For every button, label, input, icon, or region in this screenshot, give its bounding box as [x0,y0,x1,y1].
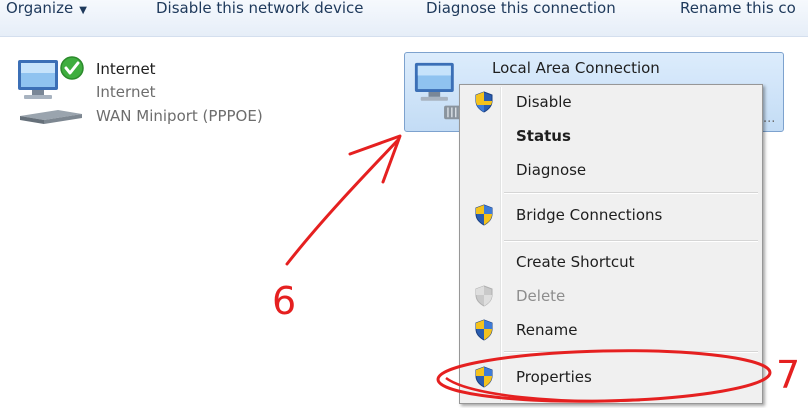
menu-separator [504,192,758,194]
menu-item-label: Status [516,127,571,145]
menu-item-label: Delete [516,287,566,305]
menu-item-diagnose[interactable]: Diagnose [462,156,758,184]
connection-device: WAN Miniport (PPPOE) [96,107,263,125]
blank-patch [44,316,100,370]
connection-item-internet[interactable]: Internet Internet WAN Miniport (PPPOE) [14,54,314,134]
menu-separator [504,351,758,353]
organize-label: Organize [6,0,74,17]
disable-device-button[interactable]: Disable this network device [156,0,364,20]
uac-shield-icon [475,91,493,113]
menu-item-create-shortcut[interactable]: Create Shortcut [462,248,758,276]
menu-item-label: Diagnose [516,161,587,179]
uac-shield-disabled-icon [475,285,493,307]
menu-item-bridge-connections[interactable]: Bridge Connections [462,201,758,229]
annotation-arrowhead-6 [348,134,402,184]
menu-item-rename[interactable]: Rename [462,316,758,344]
menu-item-label: Rename [516,321,578,339]
diagnose-connection-button[interactable]: Diagnose this connection [426,0,616,20]
context-menu: Disable Status Diagnose Bridge Connectio… [459,84,763,404]
connection-name: Local Area Connection [492,59,660,77]
menu-item-label: Bridge Connections [516,206,663,224]
menu-item-status[interactable]: Status [462,122,758,150]
network-connection-icon [18,56,84,124]
annotation-step-6: 6 [272,279,297,323]
blank-patch [320,294,378,354]
organize-menu-button[interactable]: Organize ▼ [6,0,87,20]
menu-item-label: Disable [516,93,572,111]
menu-item-delete: Delete [462,282,758,310]
annotation-step-7: 7 [776,353,801,397]
menu-item-label: Create Shortcut [516,253,635,271]
menu-separator [504,240,758,242]
uac-shield-icon [475,366,493,388]
connection-name: Internet [96,60,156,78]
connection-type: Internet [96,83,156,101]
truncated-text: ... [763,111,776,126]
menu-item-label: Properties [516,368,592,386]
menu-item-properties[interactable]: Properties [462,363,758,391]
rename-connection-button[interactable]: Rename this co [680,0,796,20]
uac-shield-icon [475,204,493,226]
uac-shield-icon [475,319,493,341]
menu-item-disable[interactable]: Disable [462,88,758,116]
annotation-arrow-6 [285,138,400,266]
dropdown-arrow-icon: ▼ [79,5,87,16]
command-bar: Organize ▼ Disable this network device Di… [0,0,808,37]
